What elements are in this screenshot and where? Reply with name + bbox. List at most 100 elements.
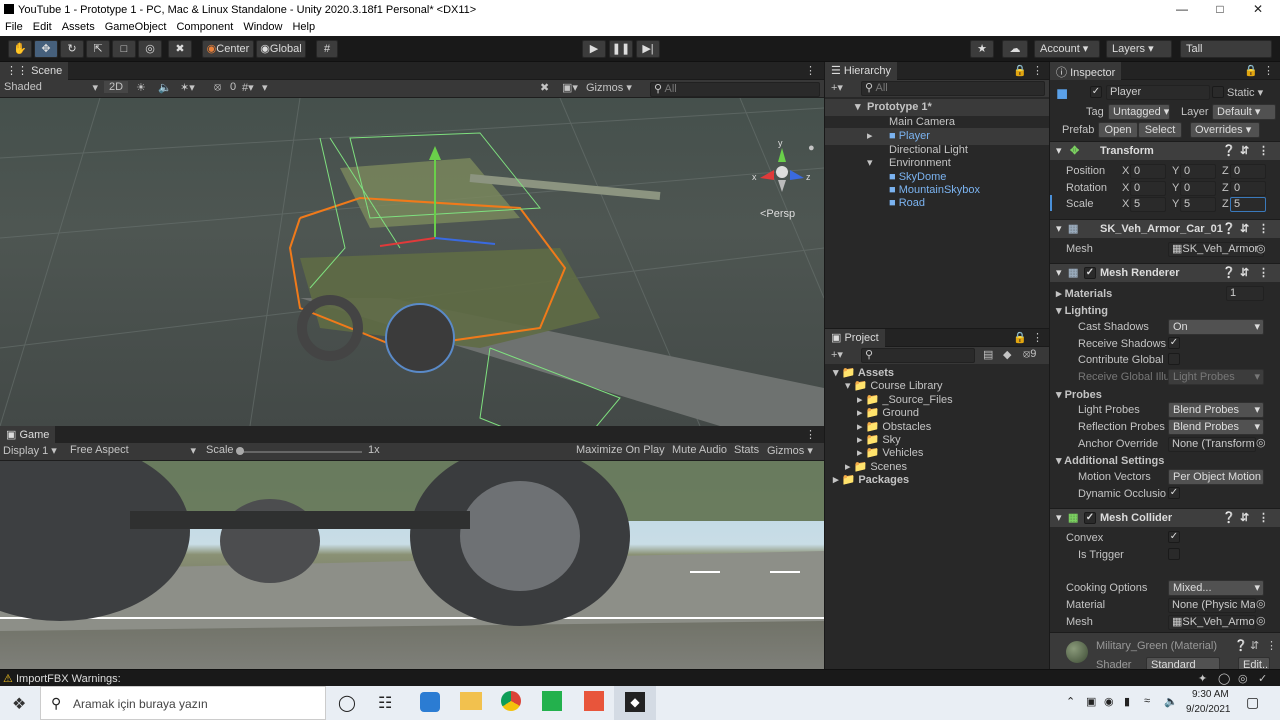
scale-x-input[interactable]: 5 bbox=[1130, 197, 1166, 212]
file-explorer-icon[interactable] bbox=[460, 692, 482, 710]
cast-shadows-dropdown[interactable]: On ▾ bbox=[1168, 319, 1264, 335]
panel-menu-icon[interactable]: ⋮ bbox=[805, 428, 816, 441]
mesh-renderer-enabled-checkbox[interactable]: ✓ bbox=[1084, 267, 1096, 279]
tab-game[interactable]: ▣ Game bbox=[0, 426, 56, 444]
account-dropdown[interactable]: Account ▾ bbox=[1034, 40, 1100, 58]
chrome-icon[interactable] bbox=[501, 691, 521, 711]
layer-dropdown[interactable]: Default ▾ bbox=[1212, 104, 1276, 120]
pivot-center-button[interactable]: ◉Center bbox=[202, 40, 254, 58]
mesh-field[interactable]: ▦SK_Veh_Armor bbox=[1168, 242, 1264, 257]
motion-vectors-dropdown[interactable]: Per Object Motion bbox=[1168, 469, 1264, 485]
position-y-input[interactable]: 0 bbox=[1180, 164, 1216, 179]
hierarchy-search-input[interactable]: ⚲ All bbox=[861, 81, 1045, 96]
minimize-icon[interactable]: — bbox=[1172, 2, 1192, 16]
app-red-icon[interactable] bbox=[584, 691, 604, 711]
network-icon[interactable]: ▣ bbox=[1086, 695, 1096, 708]
project-folder-packages[interactable]: ▸ 📁 Packages bbox=[825, 472, 909, 489]
lock-icon[interactable]: 🔒 bbox=[1244, 64, 1258, 77]
component-menu-icon[interactable]: ⋮ bbox=[1258, 266, 1269, 279]
panel-menu-icon[interactable]: ⋮ bbox=[1032, 64, 1043, 77]
clock-date[interactable]: 9/20/2021 bbox=[1186, 704, 1231, 715]
grid-icon[interactable]: #▾ bbox=[242, 81, 254, 94]
play-button[interactable]: ▶ bbox=[582, 40, 606, 58]
rotation-x-input[interactable]: 0 bbox=[1130, 181, 1166, 196]
lighting-icon[interactable]: ☀ bbox=[136, 81, 146, 94]
battery-icon[interactable]: ▮ bbox=[1124, 695, 1130, 708]
component-menu-icon[interactable]: ⋮ bbox=[1258, 511, 1269, 524]
aspect-dropdown[interactable]: Free Aspect ▾ bbox=[70, 444, 198, 457]
layout-dropdown[interactable]: Tall bbox=[1180, 40, 1272, 58]
scale-z-input[interactable]: 5 bbox=[1230, 197, 1266, 212]
materials-foldout[interactable]: ▸ Materials bbox=[1056, 287, 1112, 300]
shader-edit-button[interactable]: Edit... bbox=[1238, 657, 1270, 669]
rotation-y-input[interactable]: 0 bbox=[1180, 181, 1216, 196]
status-message[interactable]: ImportFBX Warnings: bbox=[16, 673, 121, 685]
gizmos-dropdown[interactable]: Gizmos ▾ bbox=[767, 444, 813, 457]
preset-icon[interactable]: ⇵ bbox=[1240, 144, 1249, 157]
object-name-input[interactable]: Player bbox=[1106, 85, 1210, 100]
preset-icon[interactable]: ⇵ bbox=[1240, 266, 1249, 279]
help-icon[interactable]: ❔ bbox=[1234, 639, 1248, 652]
reflection-probes-dropdown[interactable]: Blend Probes ▾ bbox=[1168, 419, 1264, 435]
project-search-input[interactable]: ⚲ bbox=[861, 348, 975, 363]
component-menu-icon[interactable]: ⋮ bbox=[1266, 639, 1277, 652]
collider-mesh-field[interactable]: ▦SK_Veh_Armor bbox=[1168, 615, 1256, 630]
clock-time[interactable]: 9:30 AM bbox=[1192, 689, 1229, 700]
orientation-gizmo[interactable]: y x z bbox=[752, 138, 812, 198]
help-icon[interactable]: ❔ bbox=[1222, 266, 1236, 279]
lock-icon[interactable]: ● bbox=[808, 142, 815, 154]
notifications-icon[interactable]: ▢ bbox=[1246, 694, 1259, 711]
position-z-input[interactable]: 0 bbox=[1230, 164, 1266, 179]
windows-start-icon[interactable]: ❖ bbox=[12, 694, 26, 714]
position-x-input[interactable]: 0 bbox=[1130, 164, 1166, 179]
lighting-foldout[interactable]: ▾ Lighting bbox=[1056, 304, 1108, 317]
display-dropdown[interactable]: Display 1 ▾ bbox=[3, 444, 65, 457]
show-hidden-icons[interactable]: ⌃ bbox=[1066, 695, 1075, 708]
transform-tool-icon[interactable]: ◎ bbox=[138, 40, 162, 58]
persp-label[interactable]: <Persp bbox=[760, 208, 795, 220]
panel-menu-icon[interactable]: ⋮ bbox=[1032, 331, 1043, 344]
materials-count-input[interactable]: 1 bbox=[1226, 286, 1264, 301]
mesh-renderer-header[interactable]: ▾ ▦ ✓ Mesh Renderer ❔ ⇵ ⋮ bbox=[1050, 263, 1280, 282]
close-icon[interactable]: ✕ bbox=[1248, 2, 1268, 16]
maximize-icon[interactable]: □ bbox=[1210, 2, 1230, 16]
is-trigger-checkbox[interactable] bbox=[1168, 548, 1180, 560]
prefab-overrides-dropdown[interactable]: Overrides ▾ bbox=[1190, 122, 1260, 138]
menu-edit[interactable]: Edit bbox=[28, 20, 57, 34]
shading-dropdown[interactable]: Shaded ▾ bbox=[4, 81, 100, 94]
dynamic-occlusion-checkbox[interactable]: ✓ bbox=[1168, 487, 1180, 499]
active-checkbox[interactable]: ✓ bbox=[1090, 86, 1102, 98]
scene-viewport[interactable]: y x z <Persp ● bbox=[0, 98, 824, 426]
menu-help[interactable]: Help bbox=[287, 20, 320, 34]
hierarchy-item-road[interactable]: ■ Road bbox=[825, 195, 1049, 212]
scale-tool-icon[interactable]: ⇱ bbox=[86, 40, 110, 58]
static-checkbox[interactable] bbox=[1212, 86, 1224, 98]
object-picker-icon[interactable]: ◎ bbox=[1256, 242, 1266, 255]
shader-dropdown[interactable]: Standard bbox=[1146, 657, 1220, 669]
mesh-collider-header[interactable]: ▾ ▦ ✓ Mesh Collider ❔ ⇵ ⋮ bbox=[1050, 508, 1280, 527]
mute-audio-toggle[interactable]: Mute Audio bbox=[672, 444, 727, 456]
help-icon[interactable]: ❔ bbox=[1222, 222, 1236, 235]
tab-scene[interactable]: ⋮⋮ Scene bbox=[0, 62, 69, 80]
rotate-tool-icon[interactable]: ↻ bbox=[60, 40, 84, 58]
menu-component[interactable]: Component bbox=[171, 20, 238, 34]
contribute-gi-checkbox[interactable] bbox=[1168, 353, 1180, 365]
component-menu-icon[interactable]: ⋮ bbox=[1258, 222, 1269, 235]
grid-snap-icon[interactable]: # bbox=[316, 40, 338, 58]
cortana-icon[interactable]: ◯ bbox=[338, 693, 356, 713]
pause-button[interactable]: ❚❚ bbox=[609, 40, 633, 58]
panel-menu-icon[interactable]: ⋮ bbox=[805, 64, 816, 77]
stats-toggle[interactable]: Stats bbox=[734, 444, 759, 456]
cloud-icon[interactable]: ☁ bbox=[1002, 40, 1028, 58]
layers-dropdown[interactable]: Layers ▾ bbox=[1106, 40, 1172, 58]
preset-icon[interactable]: ⇵ bbox=[1240, 222, 1249, 235]
help-icon[interactable]: ❔ bbox=[1222, 144, 1236, 157]
scene-search-input[interactable]: ⚲ All bbox=[650, 82, 820, 97]
hidden-packages-icon[interactable]: ⦻9 bbox=[1023, 348, 1036, 361]
preset-icon[interactable]: ⇵ bbox=[1250, 639, 1259, 652]
tab-hierarchy[interactable]: ☰ Hierarchy bbox=[825, 62, 897, 80]
rotation-z-input[interactable]: 0 bbox=[1230, 181, 1266, 196]
volume-icon[interactable]: 🔈 bbox=[1164, 695, 1178, 708]
transform-header[interactable]: ▾ ✥ Transform ❔ ⇵ ⋮ bbox=[1050, 141, 1280, 160]
create-add-icon[interactable]: +▾ bbox=[831, 348, 843, 361]
